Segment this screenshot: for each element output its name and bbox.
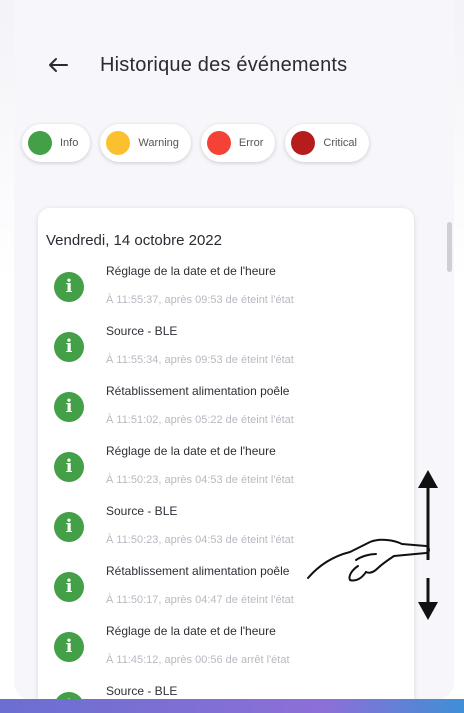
back-button[interactable]	[38, 45, 78, 85]
event-item[interactable]: i Rétablissement alimentation poêle À 11…	[38, 378, 414, 438]
event-title: Réglage de la date et de l'heure	[106, 444, 276, 458]
device-bottom-edge	[0, 699, 464, 713]
event-detail: À 11:55:37, après 09:53 de éteint l'état	[106, 294, 294, 306]
info-icon: i	[54, 332, 84, 362]
filter-chip-label: Info	[60, 137, 79, 149]
filter-chip-error[interactable]: Error	[200, 124, 276, 162]
severity-filter-chips: Info Warning Error Critical	[22, 124, 369, 162]
event-title: Source - BLE	[106, 684, 178, 698]
info-icon: i	[54, 272, 84, 302]
event-detail: À 11:50:23, après 04:53 de éteint l'état	[106, 474, 294, 486]
date-heading: Vendredi, 14 octobre 2022	[46, 232, 222, 249]
filter-chip-label: Critical	[323, 137, 357, 149]
event-item[interactable]: i Réglage de la date et de l'heure À 11:…	[38, 258, 414, 318]
event-item[interactable]: i Source - BLE	[38, 678, 414, 700]
event-detail: À 11:51:02, après 05:22 de éteint l'état	[106, 414, 294, 426]
app-header: Historique des événements	[14, 40, 454, 90]
event-title: Réglage de la date et de l'heure	[106, 624, 276, 638]
filter-chip-label: Warning	[138, 137, 179, 149]
event-title: Source - BLE	[106, 324, 178, 338]
event-detail: À 11:45:12, après 00:56 de arrêt l'état	[106, 654, 290, 666]
arrow-left-icon	[49, 58, 68, 72]
event-title: Rétablissement alimentation poêle	[106, 384, 290, 398]
event-detail: À 11:55:34, après 09:53 de éteint l'état	[106, 354, 294, 366]
event-item[interactable]: i Source - BLE À 11:55:34, après 09:53 d…	[38, 318, 414, 378]
info-icon: i	[54, 572, 84, 602]
info-color-dot	[28, 131, 52, 155]
critical-color-dot	[291, 131, 316, 155]
info-icon: i	[54, 632, 84, 662]
page-title: Historique des événements	[100, 53, 348, 76]
info-icon: i	[54, 512, 84, 542]
event-title: Rétablissement alimentation poêle	[106, 564, 290, 578]
filter-chip-info[interactable]: Info	[22, 124, 91, 162]
event-detail: À 11:50:23, après 04:53 de éteint l'état	[106, 534, 294, 546]
info-icon: i	[54, 452, 84, 482]
event-title: Réglage de la date et de l'heure	[106, 264, 276, 278]
event-title: Source - BLE	[106, 504, 178, 518]
warning-color-dot	[106, 131, 131, 155]
scrollbar-thumb[interactable]	[447, 222, 452, 272]
event-detail: À 11:50:17, après 04:47 de éteint l'état	[106, 594, 294, 606]
filter-chip-critical[interactable]: Critical	[285, 124, 369, 162]
error-color-dot	[206, 131, 231, 155]
info-icon: i	[54, 392, 84, 422]
filter-chip-warning[interactable]: Warning	[100, 124, 191, 162]
device-frame: Historique des événements Info Warning E…	[0, 0, 464, 713]
swipe-up-down-hand-icon	[307, 470, 438, 620]
filter-chip-label: Error	[238, 137, 264, 149]
